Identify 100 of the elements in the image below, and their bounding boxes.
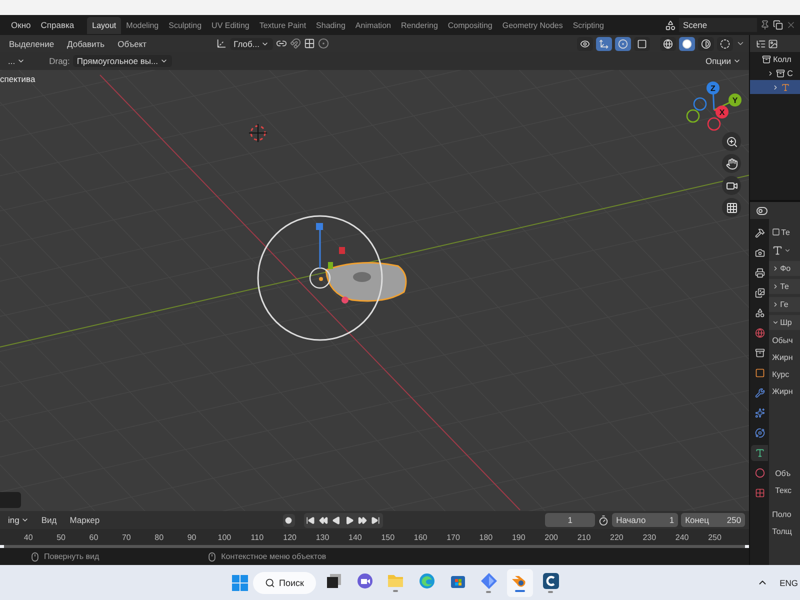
globe-icon [754,328,765,338]
axis-handle[interactable]: Y [714,94,742,111]
frame-number: 100 [216,532,232,542]
status-hint: Повернуть вид [44,552,100,561]
menu-item[interactable]: Выделение [4,38,60,48]
dot-icon [285,516,292,524]
scene-name-field[interactable]: Scene [679,18,757,32]
workspace-tab[interactable]: Geometry Nodes [497,16,568,34]
viewport[interactable]: спектива Z Y X [0,70,750,511]
start-frame-field[interactable]: Начало 1 [612,513,678,527]
wireframe-sphere-icon [663,38,674,48]
workspace-tab[interactable]: Layout [87,16,122,34]
workspace-tab[interactable]: Modeling [121,16,164,34]
mouse-icon [30,552,40,562]
axis-handle[interactable]: Z [706,82,720,110]
shapes-icon [754,308,765,318]
negative-axis-handle[interactable] [686,109,700,123]
language-indicator[interactable]: ENG [780,578,798,588]
taskbar-app[interactable] [506,568,533,596]
frame-number: 130 [314,532,330,542]
workspace-tab[interactable]: UV Editing [206,16,254,34]
menu-item[interactable]: Объект [112,38,152,48]
transform-gizmo[interactable] [257,215,383,341]
snap-grid-icon [304,38,316,49]
panel-header[interactable]: Ге [769,297,800,312]
ball-icon [754,468,765,478]
outliner-row[interactable]: Колл [750,52,800,66]
letter-icon [781,82,790,92]
frame-number: 190 [510,532,526,542]
caret-icon [17,57,26,65]
eye-icon [580,38,590,48]
checker-icon [754,488,765,498]
frame-number: 160 [412,532,428,542]
workspace-tab[interactable]: Rendering [396,16,443,34]
running-indicator [548,590,554,592]
shading-mode-button[interactable] [679,36,696,50]
panel-header[interactable]: Шр [769,315,800,330]
panel-header[interactable]: Фо [769,261,800,276]
negative-axis-handle[interactable] [693,97,707,111]
caret-icon [160,57,168,65]
toggle-button[interactable] [615,36,632,50]
square-icon [754,368,765,378]
printer-icon [754,268,765,278]
chevron-down-icon [772,319,780,326]
windows-logo-icon[interactable] [232,574,248,590]
running-indicator [486,590,492,592]
outliner-row[interactable]: С [750,66,800,80]
panel-header[interactable]: Те [769,279,800,294]
toggle-button[interactable] [634,36,650,50]
zoom-button[interactable] [722,132,742,151]
options-dropdown[interactable]: Опции [701,55,746,67]
menu-item[interactable]: Окно [6,20,36,30]
negative-axis-handle[interactable] [707,117,721,131]
shading-mode-button[interactable] [717,36,734,50]
shading-mode-button[interactable] [660,36,676,50]
workspace-tab[interactable]: Texture Paint [254,16,312,34]
mode-dropdown[interactable]: ing [4,514,34,526]
record-button[interactable] [282,514,295,526]
swirl-globe-icon [418,572,435,588]
chat-camera-icon [356,572,373,588]
archive-icon [762,54,772,64]
menu-item[interactable]: Маркер [64,515,105,525]
end-frame-field[interactable]: Конец 250 [681,513,746,527]
menu-item[interactable]: Добавить [62,38,110,48]
workspace-tab[interactable]: Animation [350,16,396,34]
camera-button[interactable] [722,176,742,195]
toggle-button[interactable] [577,36,594,50]
search-icon [265,578,275,588]
pan-hand-button[interactable] [722,154,742,173]
search-field[interactable]: Поиск [253,572,316,594]
drag-label: Drag: [49,56,70,66]
letter-icon [754,448,765,458]
archive-icon [776,68,786,78]
toggle-icon [756,204,768,216]
half-shaded-sphere-icon [701,38,712,48]
frame-number: 210 [576,532,592,542]
workspace-tab[interactable]: Scripting [568,16,609,34]
camera-icon [754,248,765,258]
field-label: Текс [774,484,793,496]
menu-item[interactable]: Справка [36,20,80,30]
menu-item[interactable]: Вид [36,515,62,525]
orientation-dropdown[interactable]: Глоб... [230,38,274,50]
caret-icon [733,57,742,65]
toggle-button[interactable] [596,36,612,50]
grid-button[interactable] [722,198,742,217]
shading-mode-button[interactable] [698,36,714,50]
current-frame-field[interactable]: 1 [545,513,596,527]
drag-dropdown[interactable]: Прямоугольное вы... [72,55,172,67]
running-indicator [514,590,525,592]
axis-handle[interactable]: X [714,106,728,118]
workspace-tab[interactable]: Compositing [442,16,498,34]
frame-number: 110 [250,532,265,542]
workspace-tab[interactable]: Shading [311,16,350,34]
workspace-tab[interactable]: Sculpting [164,16,207,34]
field-label: Жирн [771,352,794,364]
image-icon [768,38,778,48]
view-label: спектива [0,74,36,84]
letter-tab[interactable] [751,445,768,461]
select-mode-dropdown[interactable]: ... [4,55,30,67]
magnet-icon [290,38,302,49]
